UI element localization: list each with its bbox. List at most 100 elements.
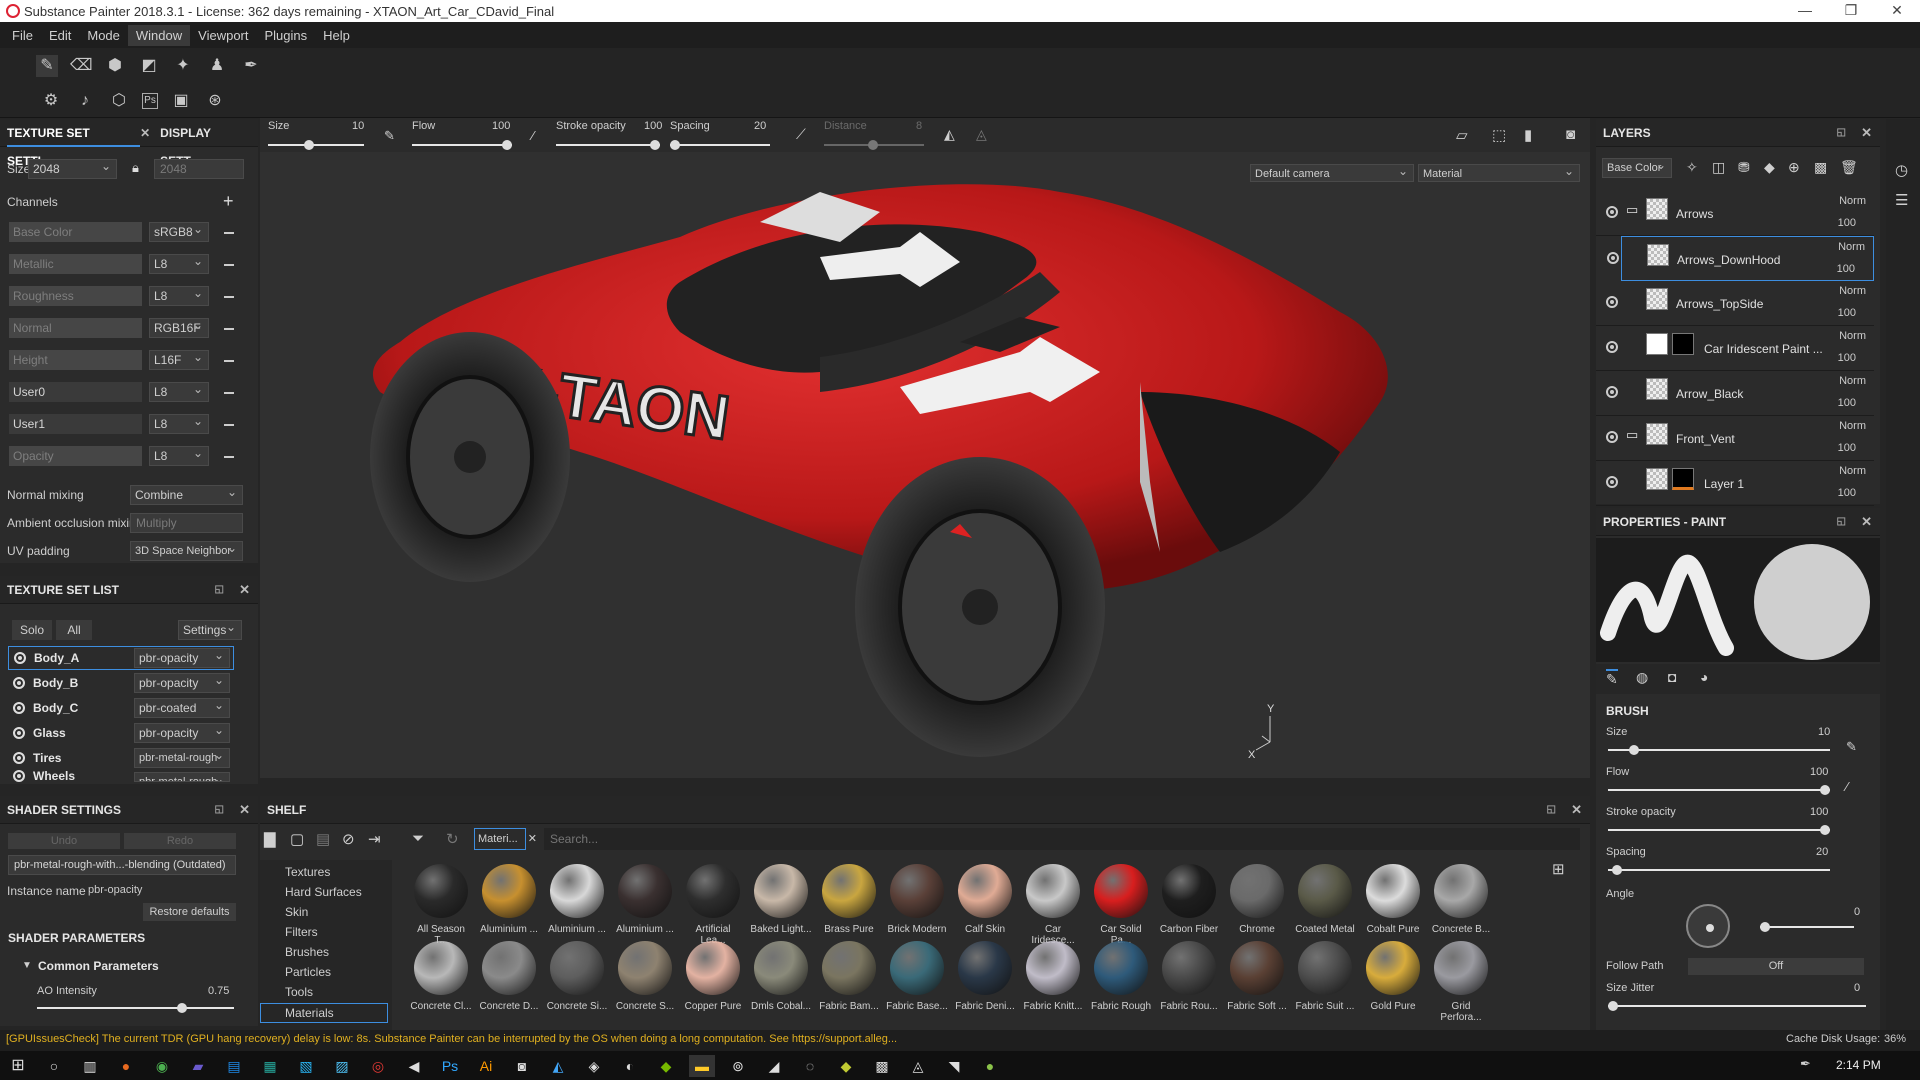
app-icon[interactable]: ◬ — [905, 1055, 931, 1077]
visibility-eye-icon[interactable] — [1606, 386, 1618, 398]
follow-path-toggle[interactable]: Off — [1688, 958, 1864, 975]
material-thumbnail[interactable]: Fabric Deni... — [954, 941, 1016, 1012]
layer-row-selected[interactable]: Arrows_DownHood Norm 100 — [1607, 236, 1874, 281]
illustrator-taskbar-icon[interactable]: Ai — [473, 1055, 499, 1077]
material-thumbnail[interactable]: Concrete B... — [1430, 864, 1492, 935]
size-select[interactable]: 2048 — [28, 157, 117, 179]
blend-mode[interactable]: Norm — [1839, 375, 1866, 387]
close-icon[interactable]: ✕ — [1861, 125, 1872, 141]
menu-mode[interactable]: Mode — [79, 25, 128, 46]
layer-channel-select[interactable]: Base Color — [1602, 156, 1672, 178]
import-icon[interactable]: ⇥ — [368, 830, 381, 848]
blend-mode[interactable]: Norm — [1839, 420, 1866, 432]
remove-channel-icon[interactable] — [224, 424, 234, 426]
restore-button[interactable]: ❐ — [1828, 0, 1874, 22]
layer-row[interactable]: Arrow_Black Norm 100 — [1596, 371, 1874, 416]
normal-mixing-select[interactable]: Combine — [130, 483, 243, 505]
solo-button[interactable]: Solo — [12, 620, 52, 640]
channel-format-select[interactable]: L8 — [149, 444, 209, 466]
visibility-radio-icon[interactable] — [13, 677, 25, 689]
clone-stamp-icon[interactable]: ♟ — [206, 55, 228, 77]
log-icon[interactable]: ☰ — [1895, 191, 1908, 209]
size-height-field[interactable]: 2048 — [154, 159, 244, 179]
material-thumbnail[interactable]: Concrete S... — [614, 941, 676, 1012]
app-icon[interactable]: ▦ — [257, 1055, 283, 1077]
layer-row[interactable]: Arrows_TopSide Norm 100 — [1596, 281, 1874, 326]
close-icon[interactable]: ✕ — [1861, 514, 1872, 530]
angle-dial[interactable] — [1686, 904, 1730, 948]
slider-knob[interactable] — [650, 140, 660, 150]
slider-knob[interactable] — [177, 1003, 188, 1013]
size-slider[interactable] — [268, 140, 364, 150]
remove-channel-icon[interactable] — [224, 456, 234, 458]
slider-knob[interactable] — [1820, 825, 1830, 835]
material-thumbnail[interactable]: Aluminium ... — [546, 864, 608, 935]
close-icon[interactable]: ✕ — [239, 802, 250, 818]
brush-size-slider[interactable] — [1608, 745, 1830, 755]
instance-name-field[interactable]: pbr-opacity — [88, 884, 142, 896]
float-panel-icon[interactable]: ◱ — [1547, 804, 1556, 815]
layer-row[interactable]: Car Iridescent Paint ... Norm 100 — [1596, 326, 1874, 371]
remove-channel-icon[interactable] — [224, 232, 234, 234]
filter-icon[interactable]: ⏷ — [412, 830, 424, 847]
history-icon[interactable]: ◷ — [1895, 161, 1908, 179]
channel-format-select[interactable]: L8 — [149, 412, 209, 434]
menu-window[interactable]: Window — [127, 24, 191, 46]
material-thumbnail[interactable]: Fabric Knitt... — [1022, 941, 1084, 1012]
stencil-tab-icon[interactable]: ◘ — [1668, 669, 1676, 685]
material-thumbnail[interactable]: Dmls Cobal... — [750, 941, 812, 1012]
symmetry-settings-icon[interactable]: ◬ — [976, 126, 987, 143]
material-thumbnail[interactable]: Car Iridesce... — [1022, 864, 1084, 946]
shelf-category-item[interactable]: Brushes — [285, 945, 329, 959]
material-thumbnail[interactable]: Concrete Si... — [546, 941, 608, 1012]
projection-icon[interactable]: ⬢ — [104, 55, 126, 77]
common-parameters-title[interactable]: Common Parameters — [38, 959, 159, 973]
effects-icon[interactable]: ✧ — [1686, 159, 1698, 176]
shader-select[interactable]: pbr-opacity — [134, 721, 230, 743]
grid-view-icon[interactable]: ⊞ — [1552, 860, 1565, 878]
layer-opacity[interactable]: 100 — [1838, 487, 1856, 499]
visibility-radio-icon[interactable] — [13, 770, 25, 782]
material-thumbnail[interactable]: Gold Pure — [1362, 941, 1424, 1012]
symmetry-icon[interactable]: ◭ — [944, 126, 955, 143]
app-icon[interactable]: ▨ — [329, 1055, 355, 1077]
layer-row[interactable]: Layer 1 Norm 100 — [1596, 461, 1874, 506]
visibility-eye-icon[interactable] — [1606, 341, 1618, 353]
app-icon[interactable]: ◈ — [581, 1055, 607, 1077]
material-thumbnail[interactable]: Aluminium ... — [614, 864, 676, 935]
visibility-eye-icon[interactable] — [1606, 296, 1618, 308]
spacing-slider[interactable] — [1608, 865, 1830, 875]
close-icon[interactable]: ✕ — [140, 126, 150, 140]
shelf-category-item[interactable]: Hard Surfaces — [285, 885, 362, 899]
task-view-icon[interactable]: ▥ — [77, 1055, 103, 1077]
firefox-icon[interactable]: ● — [113, 1055, 139, 1077]
uv-padding-select[interactable]: 3D Space Neighbor — [130, 539, 243, 561]
outlook-icon[interactable]: ▤ — [221, 1055, 247, 1077]
fill-layer-icon[interactable]: ⛃ — [1738, 159, 1750, 176]
pen-tray-icon[interactable]: ✒ — [1800, 1056, 1811, 1072]
remove-channel-icon[interactable] — [224, 328, 234, 330]
float-panel-icon[interactable]: ◱ — [1837, 127, 1846, 138]
material-thumbnail[interactable]: Carbon Fiber — [1158, 864, 1220, 935]
material-thumbnail[interactable]: Brick Modern — [886, 864, 948, 935]
add-channel-icon[interactable]: + — [223, 191, 234, 212]
nvidia-icon[interactable]: ◆ — [653, 1055, 679, 1077]
slider-knob[interactable] — [1760, 922, 1770, 932]
chrome-icon[interactable]: ◉ — [149, 1055, 175, 1077]
blend-mode[interactable]: Norm — [1839, 285, 1866, 297]
settings-dropdown[interactable]: Settings — [178, 618, 242, 640]
close-icon[interactable]: ✕ — [1571, 802, 1582, 818]
remove-channel-icon[interactable] — [224, 296, 234, 298]
pen-pressure-icon[interactable]: ⁄ — [532, 128, 534, 143]
app-icon[interactable]: ◢ — [761, 1055, 787, 1077]
shader-select[interactable]: pbr-opacity — [134, 646, 230, 668]
shader-select[interactable]: pbr-opacity — [134, 671, 230, 693]
slider-knob[interactable] — [670, 140, 680, 150]
material-thumbnail[interactable]: Grid Perfora... — [1430, 941, 1492, 1023]
layer-row[interactable]: ▭ Front_Vent Norm 100 — [1596, 416, 1874, 461]
app-icon[interactable]: ▰ — [185, 1055, 211, 1077]
redo-button[interactable]: Redo — [124, 833, 236, 849]
visibility-eye-icon[interactable] — [1606, 206, 1618, 218]
pen-pressure-icon[interactable]: ⁄ — [1846, 779, 1848, 794]
material-thumbnail[interactable]: Artificial Lea... — [682, 864, 744, 946]
